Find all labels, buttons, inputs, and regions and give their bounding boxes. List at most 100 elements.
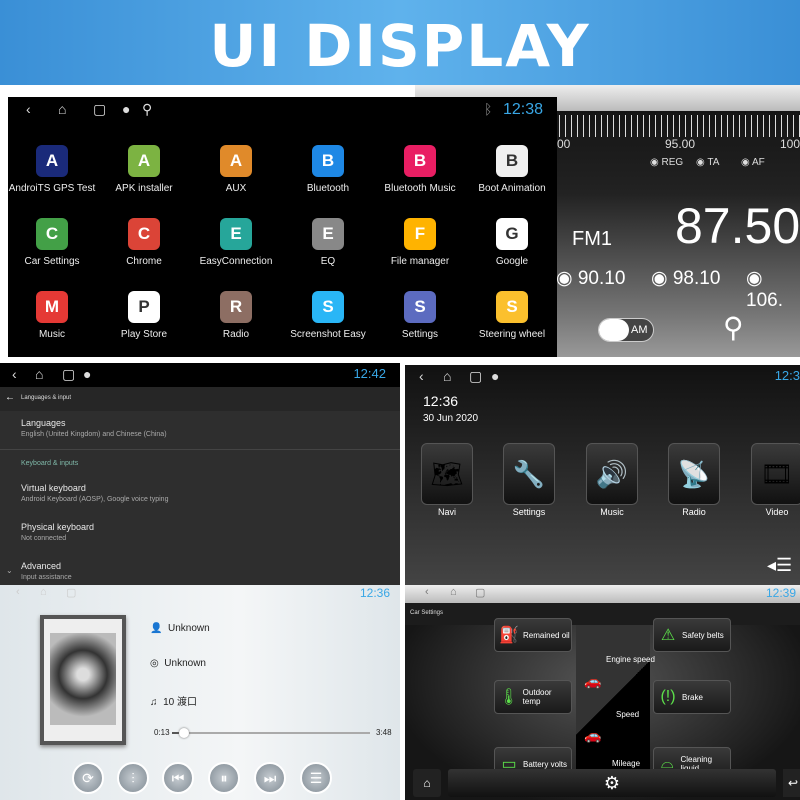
- home-icon[interactable]: ⌂: [35, 366, 43, 382]
- music-tile[interactable]: 🔊: [586, 443, 638, 505]
- status-bar: ‹ ⌂ ▢ 12:36: [0, 585, 400, 603]
- brake-tile[interactable]: (!) Brake: [653, 680, 731, 714]
- home-date: 30 Jun 2020: [423, 413, 479, 424]
- app-androits-gps-test[interactable]: A AndroiTS GPS Test: [8, 145, 98, 194]
- settings-tile[interactable]: 🔧: [503, 443, 555, 505]
- playlist-button[interactable]: ☰: [300, 762, 332, 794]
- app-car-settings[interactable]: C Car Settings: [8, 218, 98, 267]
- back-icon[interactable]: ‹: [16, 586, 20, 598]
- album-name: Unknown: [164, 658, 206, 669]
- settings-item-virtual-keyboard[interactable]: Virtual keyboard Android Keyboard (AOSP),…: [21, 483, 168, 503]
- preset-3[interactable]: ◉ 106.: [746, 267, 800, 312]
- seek-bar[interactable]: [172, 728, 370, 738]
- settings-item-physical-keyboard[interactable]: Physical keyboard Not connected: [21, 522, 94, 542]
- eq-icon: E: [312, 218, 344, 250]
- recents-icon[interactable]: ▢: [93, 101, 106, 118]
- app-label: Screenshot Easy: [290, 329, 366, 340]
- app-label: Boot Animation: [478, 183, 546, 194]
- app-aux[interactable]: A AUX: [190, 145, 282, 194]
- settings-item-advanced[interactable]: Advanced Input assistance: [21, 561, 72, 581]
- section-header: Keyboard & inputs: [21, 460, 79, 467]
- home-icon[interactable]: ⌂: [443, 368, 451, 384]
- back-icon[interactable]: ‹: [26, 101, 31, 117]
- home-button[interactable]: ⌂: [413, 769, 441, 797]
- app-steering-wheel[interactable]: S Steering wheel: [466, 291, 557, 340]
- app-google[interactable]: G Google: [466, 218, 557, 267]
- car-settings-icon: C: [36, 218, 68, 250]
- app-settings[interactable]: S Settings: [374, 291, 466, 340]
- back-icon[interactable]: ‹: [12, 366, 17, 382]
- repeat-button[interactable]: ⟳: [72, 762, 104, 794]
- video-tile[interactable]: 🎞: [751, 443, 800, 505]
- recents-icon[interactable]: ▢: [469, 368, 482, 385]
- app-apk-installer[interactable]: A APK installer: [98, 145, 190, 194]
- option-af[interactable]: ◉ AF: [741, 157, 765, 168]
- home-icon[interactable]: ⌂: [58, 101, 66, 117]
- recents-icon[interactable]: ▢: [62, 366, 75, 383]
- previous-button[interactable]: ⏮: [162, 762, 194, 794]
- album-row: ◎ Unknown: [150, 658, 206, 669]
- app-easyconnection[interactable]: E EasyConnection: [190, 218, 282, 267]
- preset-label: 106.: [746, 290, 783, 311]
- back-icon[interactable]: ‹: [419, 368, 424, 384]
- recents-icon[interactable]: ▢: [475, 586, 485, 599]
- mileage-label[interactable]: Mileage: [612, 759, 640, 768]
- menu-drawer-icon[interactable]: ◂☰: [767, 555, 792, 576]
- home-clock: 12:36: [423, 393, 459, 409]
- back-icon[interactable]: ‹: [425, 586, 429, 598]
- outdoor-temp-tile[interactable]: 🌡 Outdoor temp: [494, 680, 572, 714]
- settings-item-languages[interactable]: Languages English (United Kingdom) and Ch…: [21, 418, 167, 438]
- navi-tile[interactable]: 🗺: [421, 443, 473, 505]
- preset-1[interactable]: ◉ 90.10: [556, 267, 625, 290]
- settings-button[interactable]: ⚙: [448, 769, 776, 797]
- app-label: AUX: [225, 183, 247, 194]
- app-music[interactable]: M Music: [8, 291, 98, 340]
- google-icon: G: [496, 218, 528, 250]
- app-label: Bluetooth: [306, 183, 350, 194]
- app-screenshot-easy[interactable]: S Screenshot Easy: [282, 291, 374, 340]
- app-bluetooth[interactable]: B Bluetooth: [282, 145, 374, 194]
- app-label: Radio: [222, 329, 250, 340]
- track-row: ♫ 10 渡口: [150, 693, 197, 708]
- option-label: REG: [661, 157, 684, 168]
- seek-handle[interactable]: [178, 728, 189, 738]
- toggle-knob: [599, 319, 629, 341]
- speed-label[interactable]: Speed: [616, 710, 639, 719]
- clock: 12:38: [502, 101, 543, 118]
- item-title: Languages: [21, 418, 66, 428]
- preset-2[interactable]: ◉ 98.10: [651, 267, 720, 290]
- home-icon[interactable]: ⌂: [40, 586, 47, 598]
- usb-icon: ⚲: [142, 101, 153, 117]
- option-ta[interactable]: ◉ TA: [696, 157, 719, 168]
- app-bluetooth-music[interactable]: B Bluetooth Music: [374, 145, 466, 194]
- safety-belts-tile[interactable]: ⚠ Safety belts: [653, 618, 731, 652]
- notification-icon: ●: [122, 101, 131, 117]
- back-arrow-icon[interactable]: ←: [5, 392, 15, 403]
- chevron-down-icon[interactable]: ⌄: [6, 566, 13, 575]
- option-reg[interactable]: ◉ REG: [650, 157, 683, 168]
- app-boot-animation[interactable]: B Boot Animation: [466, 145, 557, 194]
- am-toggle[interactable]: AM: [598, 318, 654, 342]
- app-play-store[interactable]: P Play Store: [98, 291, 190, 340]
- search-icon[interactable]: ⚲: [723, 311, 744, 344]
- bluetooth-status-icon: ᛒ: [484, 101, 493, 117]
- music-icon: M: [36, 291, 68, 323]
- radio-tile[interactable]: 📡: [668, 443, 720, 505]
- app-label: EQ: [320, 256, 336, 267]
- remained-oil-tile[interactable]: ⛽ Remained oil: [494, 618, 572, 652]
- page-title: Car Settings: [410, 610, 444, 616]
- item-subtitle: Android Keyboard (AOSP), Google voice ty…: [21, 496, 169, 503]
- tile-label: Radio: [682, 507, 706, 517]
- equalizer-button[interactable]: ⫶: [117, 762, 149, 794]
- next-button[interactable]: ⏭: [254, 762, 286, 794]
- engine-speed-label[interactable]: Engine speed: [606, 655, 655, 664]
- track-name: 10 渡口: [163, 697, 197, 708]
- app-file-manager[interactable]: F File manager: [374, 218, 466, 267]
- pause-button[interactable]: ⏸: [208, 762, 240, 794]
- app-chrome[interactable]: C Chrome: [98, 218, 190, 267]
- recents-icon[interactable]: ▢: [66, 586, 76, 599]
- app-radio[interactable]: R Radio: [190, 291, 282, 340]
- app-eq[interactable]: E EQ: [282, 218, 374, 267]
- return-button[interactable]: ↩: [783, 769, 800, 797]
- home-icon[interactable]: ⌂: [450, 586, 457, 598]
